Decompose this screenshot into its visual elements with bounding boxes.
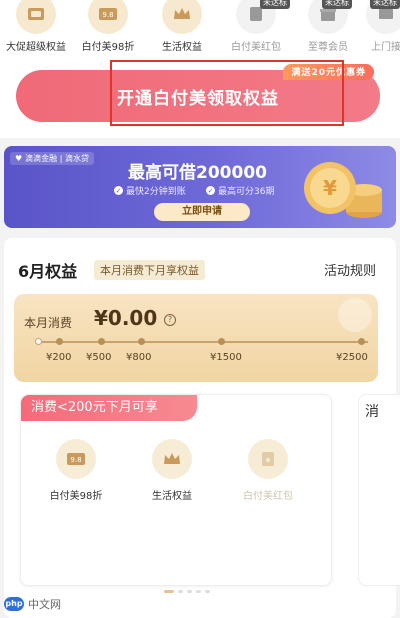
tick-label: ¥800 — [126, 352, 152, 363]
tier-card-under-200[interactable]: 消费<200元下月可享 9.8 白付美98折 生活权益 白付美红包 — [20, 394, 332, 586]
pager-dot — [187, 590, 192, 593]
loan-title: 最高可借200000 — [128, 163, 267, 183]
right-item-life[interactable]: 生活权益 — [146, 0, 218, 53]
locked-badge: 未达标 — [322, 0, 352, 9]
monthly-rights-card: 6月权益 本月消费下月享权益 活动规则 本月消费 ¥0.00 ? ¥200 ¥5… — [4, 238, 400, 618]
watermark-text: 中文网 — [28, 598, 61, 611]
php-logo: php — [4, 597, 24, 611]
tier-item-life[interactable]: 生活权益 — [127, 439, 217, 502]
locked-badge: 未达标 — [260, 0, 290, 9]
loan-brand-badge: ♥ 滴滴金融 | 滴水贷 — [10, 152, 94, 165]
site-watermark: php 中文网 — [4, 596, 61, 612]
progress-dot — [98, 338, 105, 345]
right-item-label: 大促超级权益 — [6, 42, 66, 53]
right-item-discount[interactable]: 9.8 白付美98折 — [72, 0, 144, 53]
progress-start-dot — [35, 338, 42, 345]
heart-shield-icon: ♥ — [15, 154, 23, 163]
crown-icon — [162, 0, 202, 34]
loan-point-text: 最快2分钟到账 — [126, 187, 186, 197]
pager-dot-active — [164, 590, 174, 593]
tier-item-label: 生活权益 — [152, 491, 192, 502]
discount-9.8-icon: 9.8 — [56, 439, 96, 479]
svg-text:9.8: 9.8 — [102, 11, 113, 19]
tier-card-next[interactable]: 消 — [358, 394, 400, 586]
tick-label: ¥500 — [86, 352, 112, 363]
pager-dot — [178, 590, 183, 593]
right-item-label: 白付美98折 — [81, 42, 135, 53]
progress-dot — [56, 338, 63, 345]
spend-progress-track — [35, 338, 368, 345]
tier-item-discount[interactable]: 9.8 白付美98折 — [31, 439, 121, 502]
svg-text:¥: ¥ — [323, 176, 337, 200]
apply-now-button[interactable]: 立即申请 — [154, 203, 250, 221]
loan-point-2: ✓ 最高可分36期 — [206, 184, 274, 197]
coins-icon: ¥ — [304, 162, 382, 218]
right-item-label: 上门接 — [371, 42, 400, 53]
highlight-annotation-box — [110, 60, 344, 126]
right-item-label: 白付美红包 — [231, 42, 281, 53]
check-icon: ✓ — [114, 186, 123, 195]
coupon-icon — [16, 0, 56, 34]
svg-text:9.8: 9.8 — [70, 456, 81, 464]
tick-label: ¥200 — [46, 352, 72, 363]
help-icon[interactable]: ? — [164, 314, 176, 326]
loan-banner[interactable]: ♥ 滴滴金融 | 滴水贷 最高可借200000 ✓ 最快2分钟到账 ✓ 最高可分… — [4, 146, 396, 228]
spend-label: 本月消费 — [24, 316, 73, 330]
activity-rules-link[interactable]: 活动规则 — [324, 260, 376, 279]
rights-icon-row: 大促超级权益 9.8 白付美98折 生活权益 未达标 白付美红包 未达标 至尊会… — [0, 0, 400, 62]
loan-brand-label: 滴滴金融 | 滴水贷 — [25, 154, 89, 163]
carousel-pager — [164, 590, 210, 593]
tier-item-label: 白付美红包 — [243, 491, 293, 502]
spend-amount: ¥0.00 — [94, 306, 158, 330]
progress-dot — [358, 338, 365, 345]
right-item-super[interactable]: 大促超级权益 — [0, 0, 72, 53]
check-icon: ✓ — [206, 186, 215, 195]
tier-banner: 消 — [365, 404, 379, 420]
progress-dot — [138, 338, 145, 345]
pager-dot — [205, 590, 210, 593]
right-item-delivery[interactable]: 未达标 上门接 — [350, 0, 400, 53]
crown-icon — [338, 298, 372, 332]
tier-item-label: 白付美98折 — [49, 491, 103, 502]
tick-label: ¥1500 — [210, 352, 242, 363]
right-item-redpacket[interactable]: 未达标 白付美红包 — [220, 0, 292, 53]
progress-dot — [218, 338, 225, 345]
tick-label: ¥2500 — [336, 352, 368, 363]
top-rights-panel: 大促超级权益 9.8 白付美98折 生活权益 未达标 白付美红包 未达标 至尊会… — [0, 0, 400, 138]
right-item-label: 生活权益 — [162, 42, 202, 53]
month-title: 6月权益 — [18, 262, 78, 281]
red-packet-icon — [248, 439, 288, 479]
tier-item-redpacket[interactable]: 白付美红包 — [223, 439, 313, 502]
tier-banner: 消费<200元下月可享 — [21, 395, 197, 421]
pager-dot — [196, 590, 201, 593]
spend-progress-card: 本月消费 ¥0.00 ? ¥200 ¥500 ¥800 ¥1500 ¥2500 — [14, 294, 378, 382]
loan-point-text: 最高可分36期 — [218, 187, 275, 197]
crown-icon — [152, 439, 192, 479]
month-subtitle-tag: 本月消费下月享权益 — [94, 260, 205, 280]
loan-point-1: ✓ 最快2分钟到账 — [114, 184, 186, 197]
discount-9.8-icon: 9.8 — [88, 0, 128, 34]
locked-badge: 未达标 — [370, 0, 400, 9]
